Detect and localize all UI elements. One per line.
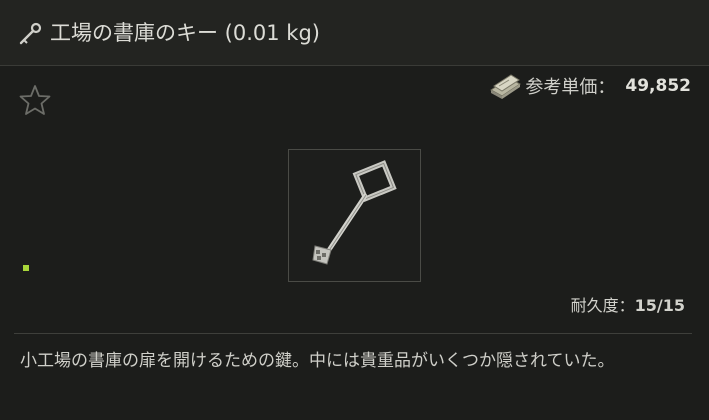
star-outline-icon[interactable]: [18, 83, 52, 117]
divider: [14, 333, 692, 334]
item-inspect-window: 工場の書庫のキー (0.01 kg) 参考単価： 49,852 耐久度：15/1…: [0, 0, 709, 420]
durability-value: 15/15: [634, 296, 685, 315]
reference-price: 参考単価： 49,852: [487, 70, 691, 102]
key-icon: [19, 22, 42, 45]
key-image: [312, 160, 397, 265]
money-stack-icon: [490, 74, 522, 99]
status-indicator: [23, 265, 29, 271]
item-image-frame[interactable]: [288, 149, 421, 282]
durability-label: 耐久度：: [570, 296, 635, 315]
price-value: 49,852: [625, 76, 691, 96]
item-description: 小工場の書庫の扉を開けるための鍵。中には貴重品がいくつか隠されていた。: [20, 351, 615, 371]
title-bar: 工場の書庫のキー (0.01 kg): [0, 0, 709, 66]
durability: 耐久度：15/15: [571, 292, 685, 316]
price-label: 参考単価：: [525, 77, 616, 98]
item-title: 工場の書庫のキー (0.01 kg): [50, 21, 320, 45]
